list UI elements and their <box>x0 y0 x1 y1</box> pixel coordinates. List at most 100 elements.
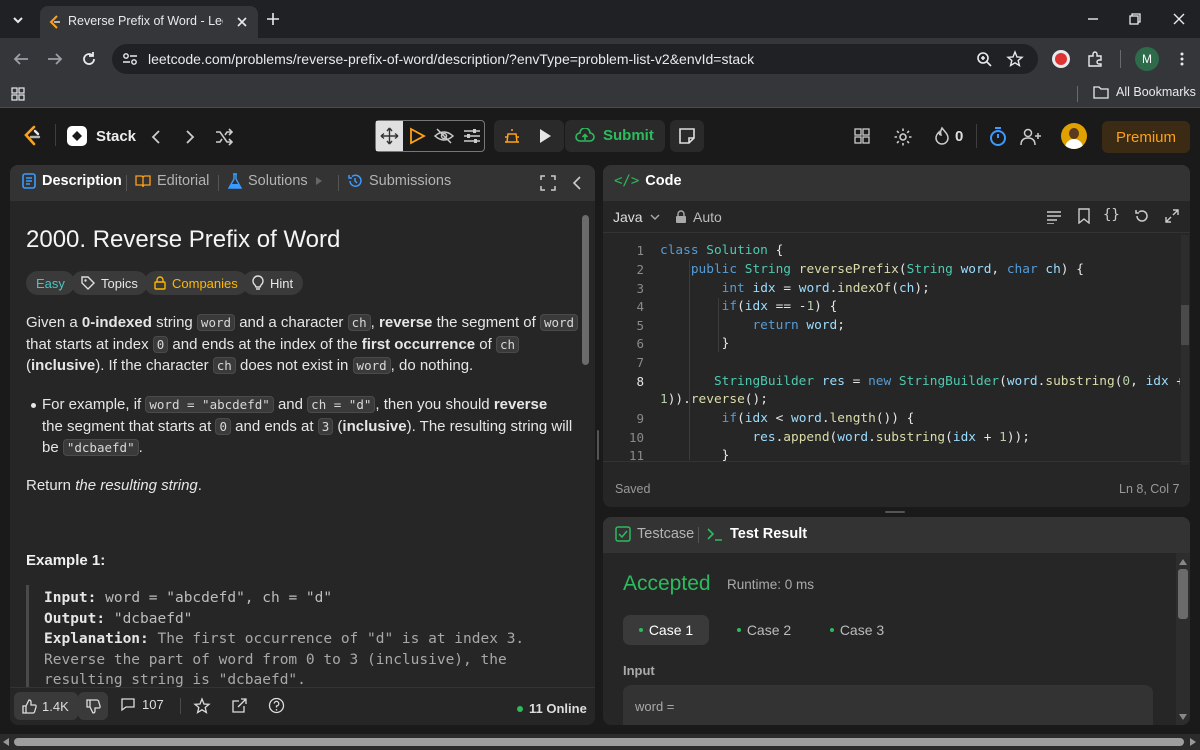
timer-icon[interactable] <box>988 126 1008 148</box>
example-input-label: Input: <box>44 590 97 606</box>
tab-editorial[interactable]: Editorial <box>135 173 209 189</box>
browser-tab[interactable]: Reverse Prefix of Word - LeetCode <box>40 6 258 38</box>
like-button[interactable]: 1.4K <box>14 692 78 720</box>
maximize-icon[interactable] <box>1164 208 1180 224</box>
description-panel: Description Editorial Solutions Submissi… <box>10 165 595 725</box>
notes-button[interactable] <box>670 120 704 152</box>
scroll-right-icon[interactable] <box>1190 738 1196 746</box>
next-problem-icon[interactable] <box>184 129 196 145</box>
scroll-up-icon[interactable] <box>1179 559 1187 565</box>
desc-text: , do nothing. <box>390 357 474 374</box>
book-icon <box>135 175 151 188</box>
favorite-star-icon[interactable] <box>193 697 211 715</box>
scrollbar-thumb[interactable] <box>582 215 589 365</box>
test-scrollbar-thumb[interactable] <box>1178 569 1188 619</box>
input-box[interactable]: word = <box>623 685 1153 725</box>
code-tab[interactable]: </> Code <box>614 173 682 189</box>
apps-grid-icon[interactable] <box>11 87 25 101</box>
page-scrollbar-thumb[interactable] <box>14 738 1184 746</box>
runtime: Runtime: 0 ms <box>727 577 815 592</box>
format-code-icon[interactable] <box>1046 210 1062 224</box>
tab-test-result[interactable]: Test Result <box>706 526 807 542</box>
layout-grid-icon[interactable] <box>854 128 870 144</box>
inline-code: word <box>352 357 391 374</box>
bookmarks-bar: All Bookmarks <box>0 80 1200 108</box>
play-outline-icon[interactable] <box>408 127 426 145</box>
window-close-icon[interactable] <box>1172 12 1186 26</box>
tab-search-button[interactable] <box>8 10 28 30</box>
tab-solutions[interactable]: Solutions <box>228 173 324 189</box>
problem-title[interactable]: 2000. Reverse Prefix of Word <box>26 226 340 254</box>
stack-list-icon[interactable] <box>67 126 87 146</box>
dislike-button[interactable] <box>78 692 108 720</box>
companies-chip[interactable]: Companies <box>144 271 248 295</box>
streak-counter[interactable]: 0 <box>934 126 963 146</box>
debug-icon[interactable] <box>503 127 521 147</box>
tab-description[interactable]: Description <box>22 173 122 189</box>
back-arrow-icon[interactable] <box>12 51 30 67</box>
topics-label: Topics <box>101 275 138 291</box>
zoom-icon[interactable] <box>976 51 992 67</box>
gear-icon[interactable] <box>893 127 913 147</box>
leetcode-logo-icon[interactable] <box>22 125 42 147</box>
tab-divider <box>218 175 219 191</box>
new-tab-icon[interactable] <box>265 11 281 27</box>
run-play-icon[interactable] <box>537 128 553 144</box>
collapse-panel-icon[interactable] <box>571 174 583 192</box>
site-info-icon[interactable] <box>122 52 138 66</box>
bullet-text: For example, if <box>42 396 146 413</box>
close-icon[interactable] <box>236 16 248 28</box>
example-heading: Example 1: <box>26 552 106 569</box>
editor-scrollbar-thumb[interactable] <box>1181 305 1189 345</box>
reset-code-icon[interactable] <box>1134 208 1150 224</box>
move-tool-button[interactable] <box>376 121 403 151</box>
tab-submissions[interactable]: Submissions <box>347 173 451 189</box>
add-user-icon[interactable] <box>1020 127 1042 147</box>
comments-button[interactable]: 107 <box>120 697 164 712</box>
panel-resize-handle[interactable] <box>597 430 599 460</box>
minimize-icon[interactable] <box>1086 12 1100 26</box>
user-avatar[interactable] <box>1061 123 1087 149</box>
bookmark-star-icon[interactable] <box>1006 50 1024 68</box>
share-icon[interactable] <box>231 697 248 714</box>
extensions-puzzle-icon[interactable] <box>1086 50 1104 68</box>
bookmark-icon[interactable] <box>1077 208 1091 224</box>
profile-avatar[interactable]: M <box>1135 47 1159 71</box>
more-menu-icon[interactable] <box>1174 51 1190 67</box>
premium-button[interactable]: Premium <box>1102 121 1190 153</box>
eye-slash-icon[interactable] <box>433 127 455 145</box>
desc-text: Given a <box>26 314 82 331</box>
reload-icon[interactable] <box>80 50 98 68</box>
submit-button[interactable]: Submit <box>565 120 665 152</box>
return-statement: Return the resulting string. <box>26 475 202 497</box>
nav-divider <box>976 124 977 148</box>
language-label: Java <box>613 209 643 225</box>
help-icon[interactable] <box>268 697 285 714</box>
vertical-resize-handle[interactable] <box>885 511 905 513</box>
shuffle-icon[interactable] <box>214 128 234 146</box>
braces-icon[interactable]: {} <box>1103 207 1120 223</box>
case-1-tab[interactable]: Case 1 <box>623 615 709 645</box>
settings-sliders-icon[interactable] <box>462 127 482 145</box>
restore-icon[interactable] <box>1128 12 1142 26</box>
scroll-down-icon[interactable] <box>1179 714 1187 720</box>
code-line: public String reversePrefix(String word,… <box>690 262 1084 277</box>
topics-chip[interactable]: Topics <box>71 271 148 295</box>
language-select[interactable]: Java <box>613 209 661 225</box>
extension-icon[interactable] <box>1052 50 1070 68</box>
all-bookmarks-button[interactable]: All Bookmarks <box>1093 85 1196 99</box>
prev-problem-icon[interactable] <box>150 129 162 145</box>
hint-chip[interactable]: Hint <box>242 271 304 295</box>
forward-arrow-icon[interactable] <box>46 51 64 67</box>
case-3-tab[interactable]: Case 3 <box>814 615 900 645</box>
scroll-left-icon[interactable] <box>3 738 9 746</box>
tab-testcase[interactable]: Testcase <box>615 526 694 542</box>
code-editor[interactable]: class Solution { public String reversePr… <box>660 242 1180 464</box>
problem-list-name[interactable]: Stack <box>96 128 136 145</box>
case-2-tab[interactable]: Case 2 <box>721 615 807 645</box>
expand-icon[interactable] <box>540 175 556 191</box>
autocomplete-toggle[interactable]: Auto <box>675 209 722 225</box>
example-explanation-text: The first occurrence of "d" is at index … <box>157 631 525 647</box>
case-label: Case 3 <box>839 622 885 638</box>
address-bar[interactable]: leetcode.com/problems/reverse-prefix-of-… <box>112 44 1038 74</box>
